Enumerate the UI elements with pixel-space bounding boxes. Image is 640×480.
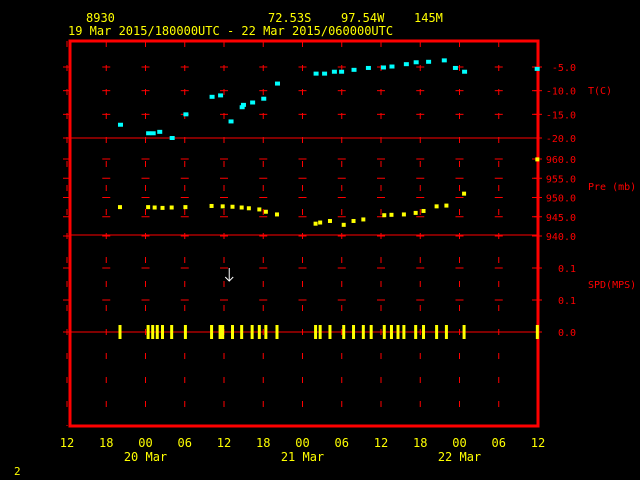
panel-label-pressure: Pre (mb) (588, 182, 636, 193)
temp-point (339, 69, 345, 74)
temp-point (351, 67, 357, 72)
pressure-point (209, 203, 214, 208)
y-tick-label: -15.0 (546, 110, 576, 121)
pressure-point (434, 204, 439, 209)
pressure-point (341, 222, 346, 227)
x-day-label: 20 Mar (124, 450, 167, 464)
panel-label-wind_speed: SPD(MPS) (588, 280, 636, 291)
x-tick-label: 12 (374, 436, 388, 450)
temp-point (403, 62, 409, 67)
x-day-label: 22 Mar (438, 450, 481, 464)
x-tick-label: 06 (178, 436, 192, 450)
y-tick-label: 945.0 (546, 213, 576, 224)
temp-point (150, 131, 156, 136)
pressure-point (169, 205, 174, 210)
temp-point (331, 69, 337, 74)
pressure-point (318, 220, 323, 225)
temp-point (365, 65, 371, 70)
x-tick-label: 00 (138, 436, 152, 450)
pressure-point (444, 203, 449, 208)
temp-point (462, 69, 468, 74)
x-tick-label: 12 (531, 436, 545, 450)
pressure-point (152, 205, 157, 210)
pressure-point (274, 212, 279, 217)
temp-point (313, 71, 319, 76)
pressure-point (220, 204, 225, 209)
pressure-point (401, 212, 406, 217)
temp-point (413, 60, 419, 65)
pressure-point (117, 205, 122, 210)
pressure-point (313, 221, 318, 226)
pressure-point (246, 206, 251, 211)
y-tick-label: 0.0 (558, 328, 576, 339)
temp-point (157, 129, 163, 134)
pressure-point (183, 205, 188, 210)
temp-point (452, 65, 458, 70)
pressure-point (421, 208, 426, 213)
y-tick-label: 0.1 (558, 296, 576, 307)
meteogram-chart: -5.0 -10.0 -15.0 -20.0 T(C) 960.0 955.0 950.0 94… (60, 39, 636, 464)
y-tick-label: -20.0 (546, 134, 576, 145)
y-tick-label: 950.0 (546, 194, 576, 205)
pressure-point (263, 209, 268, 214)
y-tick-label: 940.0 (546, 232, 576, 243)
x-tick-label: 00 (452, 436, 466, 450)
x-tick-label: 18 (256, 436, 270, 450)
x-tick-label: 12 (217, 436, 231, 450)
x-tick-label: 12 (60, 436, 74, 450)
y-tick-label: -5.0 (552, 63, 576, 74)
temp-point (240, 102, 246, 107)
x-tick-label: 18 (413, 436, 427, 450)
temp-point (183, 112, 189, 117)
pressure-point (382, 213, 387, 218)
temp-point (209, 94, 215, 99)
pressure-point (327, 218, 332, 223)
temp-point (426, 59, 432, 64)
pressure-point (351, 218, 356, 223)
pressure-point (230, 204, 235, 209)
pressure-point (389, 212, 394, 217)
temp-point (534, 66, 540, 71)
x-tick-label: 00 (295, 436, 309, 450)
plot-frame (68, 39, 540, 428)
x-tick-label: 18 (99, 436, 113, 450)
temp-point (117, 122, 123, 127)
pressure-point (257, 207, 262, 212)
temp-point (228, 119, 234, 124)
y-tick-label: -10.0 (546, 87, 576, 98)
y-tick-label: 0.1 (558, 264, 576, 275)
temp-point (169, 136, 175, 140)
pressure-point (462, 191, 467, 196)
temp-point (218, 93, 224, 98)
x-day-label: 21 Mar (281, 450, 324, 464)
y-tick-label: 960.0 (546, 155, 576, 166)
y-tick-label: 955.0 (546, 174, 576, 185)
x-tick-label: 06 (335, 436, 349, 450)
temp-point (261, 96, 267, 101)
temp-point (441, 58, 447, 63)
pressure-point (361, 217, 366, 222)
pressure-point (160, 205, 165, 210)
temp-point (322, 71, 328, 76)
pressure-point (535, 157, 540, 162)
panel-label-temperature: T(C) (588, 86, 612, 97)
temp-point (380, 65, 386, 70)
pressure-point (146, 205, 151, 210)
pressure-point (413, 210, 418, 215)
temp-point (146, 131, 152, 136)
temp-point (250, 100, 256, 105)
pressure-point (239, 205, 244, 210)
x-tick-label: 06 (492, 436, 506, 450)
temp-point (389, 64, 395, 69)
temp-point (274, 81, 280, 86)
